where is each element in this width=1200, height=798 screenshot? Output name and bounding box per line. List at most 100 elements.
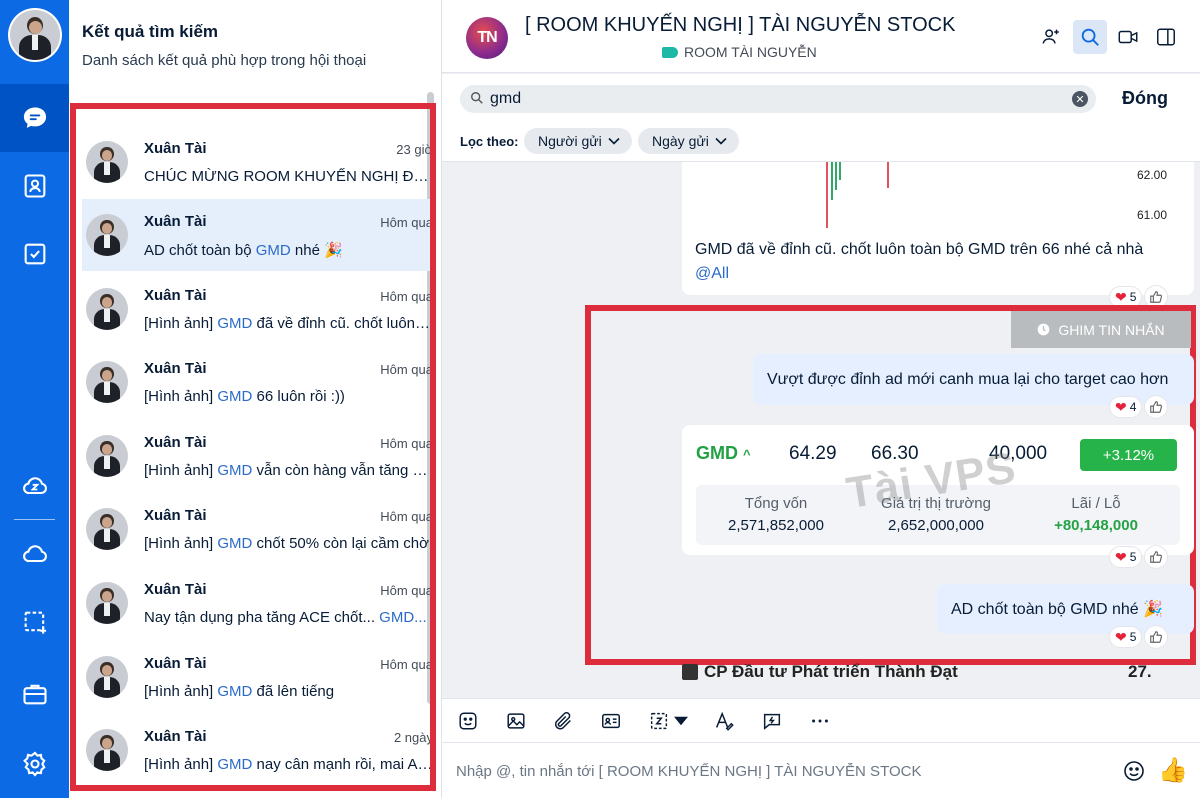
search-button[interactable] — [1073, 20, 1107, 54]
result-time: Hôm qua — [380, 362, 433, 377]
cloud-nav-icon[interactable] — [0, 520, 69, 588]
stat-value: 2,652,000,000 — [888, 517, 984, 534]
sender-avatar — [86, 214, 128, 256]
chat-header: TN [ ROOM KHUYẾN NGHỊ ] TÀI NGUYỄN STOCK… — [442, 0, 1200, 73]
emoji-icon[interactable] — [1122, 759, 1146, 783]
close-search-button[interactable]: Đóng — [1122, 88, 1168, 109]
search-result-item[interactable]: Xuân Tài Hôm qua [Hình ảnh] GMD chốt 50% c… — [82, 493, 433, 565]
toggle-sidebar-button[interactable] — [1149, 20, 1183, 54]
chat-area: TN [ ROOM KHUYẾN NGHỊ ] TÀI NGUYỄN STOCK… — [442, 0, 1200, 798]
result-keyword-highlight: GMD — [217, 388, 253, 405]
chart-candle — [887, 162, 889, 188]
search-result-item[interactable]: Xuân Tài Hôm qua [Hình ảnh] GMD 66 luôn rồ… — [82, 346, 433, 418]
message-input[interactable] — [456, 759, 1106, 783]
stat-profit-loss: Lãi / Lỗ +80,148,000 — [1016, 495, 1176, 534]
video-icon — [1118, 30, 1138, 44]
heart-icon: ❤ — [1115, 288, 1127, 305]
like-button[interactable] — [1145, 396, 1168, 418]
stat-label: Lãi / Lỗ — [1071, 495, 1121, 512]
result-message: AD chốt toàn bộ GMD nhé 🎉 — [144, 241, 430, 259]
mention-all[interactable]: @All — [695, 265, 729, 282]
clear-search-icon[interactable]: ✕ — [1072, 91, 1088, 107]
image-icon[interactable] — [504, 709, 528, 733]
user-avatar[interactable] — [8, 8, 62, 62]
reaction-count[interactable]: ❤ 4 — [1110, 397, 1142, 417]
send-like-thumbs-up-icon[interactable]: 👍 — [1158, 757, 1188, 785]
reaction-count[interactable]: ❤ 5 — [1110, 627, 1142, 647]
heart-icon: ❤ — [1115, 548, 1127, 565]
reaction-count-value: 5 — [1129, 550, 1137, 564]
like-button[interactable] — [1145, 546, 1168, 568]
search-result-item[interactable]: Xuân Tài 23 giờ CHÚC MỪNG ROOM KHUYẾN NGHỊ… — [82, 126, 434, 198]
next-message-value: 27. — [1128, 662, 1152, 681]
room-label[interactable]: ROOM TÀI NGUYỄN — [662, 44, 817, 60]
reaction-count[interactable]: ❤ 5 — [1110, 547, 1142, 567]
chart-message-text: GMD đã về đỉnh cũ. chốt luôn toàn bộ GMD… — [695, 238, 1185, 286]
result-time: Hôm qua — [380, 509, 433, 524]
heart-icon: ❤ — [1115, 398, 1127, 415]
sender-avatar — [86, 288, 128, 330]
reaction-count-value: 4 — [1129, 400, 1137, 414]
result-keyword-highlight: GMD — [217, 756, 253, 773]
search-result-item[interactable]: Xuân Tài Hôm qua Nay tận dụng pha tăng ACE… — [82, 567, 430, 639]
result-keyword-highlight: GMD — [217, 462, 253, 479]
search-result-item[interactable]: Xuân Tài Hôm qua [Hình ảnh] GMD đã lên tiế… — [82, 641, 430, 713]
search-result-item[interactable]: Xuân Tài Hôm qua AD chốt toàn bộ GMD nhé 🎉 — [82, 199, 430, 271]
filter-sender-dropdown[interactable]: Người gửi — [524, 128, 632, 154]
zcloud-nav-icon[interactable] — [0, 452, 69, 520]
search-input[interactable] — [460, 85, 1096, 113]
chart-candle — [831, 162, 833, 200]
result-text: [Hình ảnh] — [144, 756, 218, 773]
like-button[interactable] — [1145, 626, 1168, 648]
next-message-preview[interactable]: CP Đầu tư Phát triển Thành Đạt 27. — [682, 656, 1200, 696]
clock-icon — [1037, 323, 1050, 336]
sender-avatar — [86, 729, 128, 771]
more-options-icon[interactable] — [808, 709, 832, 733]
thumbs-up-icon — [1150, 401, 1163, 413]
thumbs-up-icon — [1150, 291, 1163, 303]
quick-message-icon[interactable] — [760, 709, 784, 733]
contact-card-icon[interactable] — [599, 709, 623, 733]
sender-name: Xuân Tài — [144, 140, 207, 157]
thumbs-up-icon — [1150, 631, 1163, 643]
sticker-icon[interactable] — [456, 709, 480, 733]
video-call-button[interactable] — [1111, 20, 1145, 54]
result-message: [Hình ảnh] GMD đã lên tiếng — [144, 683, 430, 700]
search-result-item[interactable]: Xuân Tài 2 ngày [Hình ảnh] GMD nay cân mạn… — [82, 714, 430, 785]
search-result-item[interactable]: Xuân Tài Hôm qua [Hình ảnh] GMD đã về đỉnh… — [82, 273, 430, 345]
add-member-button[interactable] — [1034, 20, 1068, 54]
result-text: [Hình ảnh] — [144, 462, 218, 479]
room-avatar[interactable]: TN — [466, 17, 508, 59]
result-text: CHÚC MỪNG ROOM KHUYẾN NGHỊ ĐÓ... — [144, 168, 434, 185]
chart-image-message[interactable]: 62.00 61.00 GMD đã về đỉnh cũ. chốt luôn… — [682, 162, 1194, 295]
contacts-nav-icon[interactable] — [0, 152, 69, 220]
filter-date-dropdown[interactable]: Ngày gửi — [638, 128, 739, 154]
briefcase-nav-icon[interactable] — [0, 660, 69, 728]
screenshot-nav-icon[interactable] — [0, 588, 69, 656]
search-result-item[interactable]: Xuân Tài Hôm qua [Hình ảnh] GMD vẫn còn hà… — [82, 420, 430, 492]
chart-price-label: 62.00 — [1137, 168, 1168, 182]
reaction-bar: ❤ 4 — [1110, 396, 1168, 418]
reaction-count[interactable]: ❤ 5 — [1110, 287, 1142, 307]
sender-name: Xuân Tài — [144, 213, 207, 230]
todo-nav-icon[interactable] — [0, 220, 69, 288]
filter-label: Lọc theo: — [460, 134, 519, 149]
filter-sender-label: Người gửi — [538, 133, 602, 149]
messages-nav-icon[interactable] — [0, 84, 69, 152]
capture-dropdown-icon[interactable] — [674, 709, 688, 733]
result-keyword-highlight: GMD — [255, 242, 291, 259]
capture-icon[interactable] — [647, 709, 671, 733]
sender-avatar — [86, 656, 128, 698]
panel-subtitle: Danh sách kết quả phù hợp trong hội thoạ… — [82, 52, 367, 69]
result-message: [Hình ảnh] GMD chốt 50% còn lại cầm chờ — [144, 535, 430, 552]
result-message: [Hình ảnh] GMD đã về đỉnh cũ. chốt luôn … — [144, 315, 430, 332]
sender-name: Xuân Tài — [144, 581, 207, 598]
sender-name: Xuân Tài — [144, 287, 207, 304]
stock-code-text: GMD — [696, 443, 738, 463]
attachment-icon[interactable] — [551, 709, 575, 733]
pin-message-button[interactable]: GHIM TIN NHẮN — [1011, 311, 1191, 348]
sender-avatar — [86, 508, 128, 550]
stock-price-1: 64.29 — [789, 443, 837, 464]
settings-gear-icon[interactable] — [0, 730, 69, 798]
text-format-icon[interactable] — [712, 709, 736, 733]
